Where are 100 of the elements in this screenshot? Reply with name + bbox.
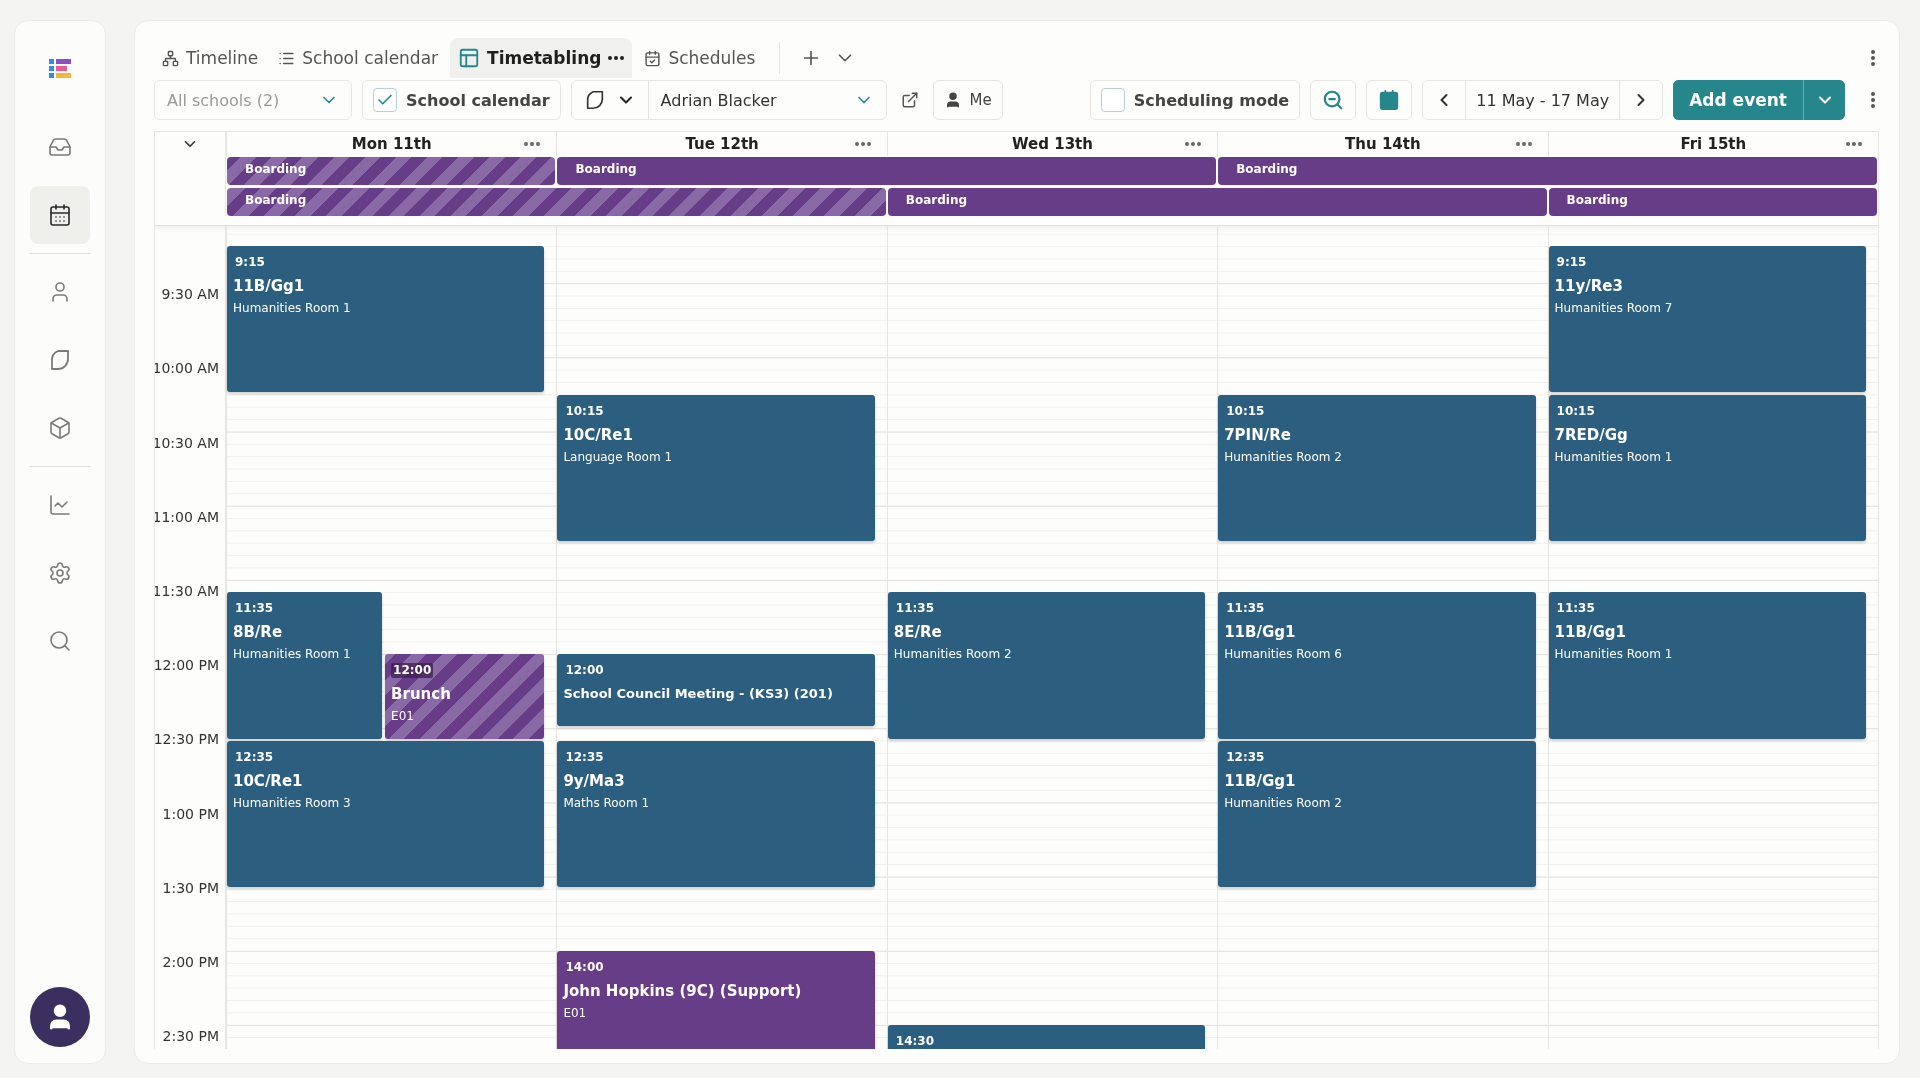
all-day-event-title: Boarding — [245, 162, 307, 176]
settings-icon — [48, 561, 72, 585]
zoom-out-button[interactable] — [1310, 80, 1357, 120]
event-time: 9:15 — [1555, 255, 1588, 271]
me-button[interactable]: Me — [932, 80, 1003, 120]
event-card[interactable]: 9:15 11y/Re3 Humanities Room 7 — [1548, 246, 1866, 393]
inbox-icon — [48, 135, 72, 159]
event-time: 11:35 — [1225, 601, 1266, 617]
event-card[interactable]: 10:15 10C/Re1 Language Room 1 — [557, 394, 875, 541]
calendar-icon — [1378, 89, 1401, 111]
event-room: Humanities Room 7 — [1554, 301, 1674, 316]
event-card[interactable]: 9:15 11B/Gg1 Humanities Room 1 — [227, 246, 545, 393]
event-card[interactable]: 12:35 10C/Re1 Humanities Room 3 — [227, 740, 545, 888]
more-icon[interactable] — [1515, 142, 1532, 146]
event-title: 11B/Gg1 — [233, 277, 306, 296]
event-room: Humanities Room 2 — [1224, 449, 1343, 464]
all-day-event[interactable]: Boarding — [227, 188, 886, 216]
event-card[interactable]: 12:00 Brunch E01 — [385, 654, 545, 739]
zoom-out-icon — [1322, 89, 1345, 111]
event-time: 12:00 — [391, 663, 434, 679]
all-day-event-title: Boarding — [575, 162, 637, 176]
time-label: 11:00 AM — [155, 508, 219, 525]
event-card[interactable]: 11:35 8B/Re Humanities Room 1 — [227, 592, 383, 739]
timetable-icon — [458, 47, 481, 69]
event-time: 10:15 — [564, 403, 605, 419]
event-title: 10C/Re1 — [233, 771, 304, 790]
view-tab[interactable]: Schedules — [636, 38, 764, 78]
event-title: 11y/Re3 — [1554, 277, 1624, 296]
event-card[interactable]: 14:00 John Hopkins (9C) (Support) E01 — [557, 951, 875, 1049]
event-card[interactable]: 11:35 11B/Gg1 Humanities Room 6 — [1218, 592, 1536, 739]
calendar-button[interactable] — [1366, 80, 1413, 120]
nodes-icon — [162, 49, 179, 67]
event-room: Humanities Room 1 — [233, 647, 352, 662]
kebab-icon — [1871, 92, 1875, 108]
all-day-event[interactable]: Boarding — [887, 188, 1547, 216]
logo-icon — [49, 59, 71, 79]
event-time: 10:15 — [1225, 403, 1266, 419]
all-day-event[interactable]: Boarding — [1548, 188, 1877, 216]
event-time: 14:30 — [894, 1034, 935, 1049]
event-card[interactable]: 10:15 7RED/Gg Humanities Room 1 — [1548, 394, 1866, 541]
all-day-event[interactable]: Boarding — [1218, 157, 1877, 185]
event-card[interactable]: 12:35 11B/Gg1 Humanities Room 2 — [1218, 740, 1536, 888]
event-card[interactable]: 12:00 School Council Meeting - (KS3) (201) — [557, 654, 875, 727]
event-title: 10C/Re1 — [563, 425, 634, 444]
time-label: 1:00 PM — [162, 805, 219, 822]
time-label: 2:30 PM — [162, 1028, 219, 1045]
time-label: 10:00 AM — [155, 360, 219, 377]
time-label: 9:30 AM — [161, 286, 219, 303]
event-time: 12:00 — [564, 663, 605, 679]
all-day-event[interactable]: Boarding — [227, 157, 556, 185]
calendar-check-icon — [644, 49, 662, 67]
event-room: Humanities Room 2 — [893, 647, 1013, 662]
event-title: 9y/Ma3 — [563, 771, 626, 790]
time-label: 1:30 PM — [162, 879, 219, 896]
time-label: 10:30 AM — [155, 434, 219, 451]
event-time: 9:15 — [234, 255, 266, 271]
more-icon — [608, 56, 625, 60]
more-icon[interactable] — [524, 142, 541, 146]
day-header: Thu 14th — [1345, 135, 1421, 153]
search-icon — [48, 629, 72, 653]
sidebar-nav-button[interactable] — [30, 186, 90, 244]
event-time: 12:35 — [234, 749, 275, 765]
event-room: Humanities Room 1 — [1554, 647, 1674, 662]
event-time: 14:00 — [564, 960, 605, 975]
school-calendar-checkbox[interactable]: School calendar — [362, 80, 561, 120]
all-day-event-title: Boarding — [905, 193, 968, 207]
event-time: 12:35 — [564, 749, 605, 765]
event-room: Language Room 1 — [563, 449, 674, 464]
event-time: 11:35 — [234, 601, 275, 617]
all-day-event-title: Boarding — [1566, 193, 1628, 207]
view-tab[interactable]: Timeline — [154, 38, 267, 78]
event-card[interactable]: 12:35 9y/Ma3 Maths Room 1 — [557, 740, 875, 888]
all-day-event[interactable]: Boarding — [557, 157, 1217, 185]
view-tab[interactable]: School calendar — [270, 38, 447, 78]
event-room: Humanities Room 1 — [1554, 449, 1674, 464]
all-day-event-title: Boarding — [1236, 162, 1298, 176]
event-room: Humanities Room 1 — [233, 301, 352, 316]
event-time: 12:35 — [1225, 749, 1266, 765]
more-icon[interactable] — [1185, 142, 1202, 146]
event-card[interactable]: 11:35 11B/Gg1 Humanities Room 1 — [1548, 592, 1866, 739]
view-tab[interactable]: Timetabling — [450, 38, 633, 78]
all-day-event-title: Boarding — [245, 193, 307, 207]
user-avatar[interactable] — [30, 987, 90, 1047]
event-card[interactable]: 11:35 8E/Re Humanities Room 2 — [887, 592, 1206, 739]
event-room: Humanities Room 3 — [233, 795, 352, 810]
day-header: Mon 11th — [351, 135, 432, 153]
event-title: 8B/Re — [233, 623, 284, 642]
add-event-menu-button[interactable] — [1803, 80, 1845, 120]
more-icon[interactable] — [854, 142, 871, 146]
scheduling-mode-checkbox[interactable]: Scheduling mode — [1089, 80, 1301, 120]
more-icon[interactable] — [1846, 142, 1862, 146]
day-header: Wed 13th — [1012, 135, 1093, 153]
event-title: 11B/Gg1 — [1224, 623, 1297, 642]
event-time: 11:35 — [1555, 601, 1596, 617]
time-label: 12:30 PM — [155, 731, 219, 748]
event-card[interactable]: 10:15 7PIN/Re Humanities Room 2 — [1218, 394, 1536, 541]
external-link-icon — [900, 91, 919, 109]
event-title: Brunch — [391, 685, 452, 704]
event-title: 11B/Gg1 — [1554, 623, 1627, 642]
event-card[interactable]: 14:30 — [887, 1025, 1206, 1049]
